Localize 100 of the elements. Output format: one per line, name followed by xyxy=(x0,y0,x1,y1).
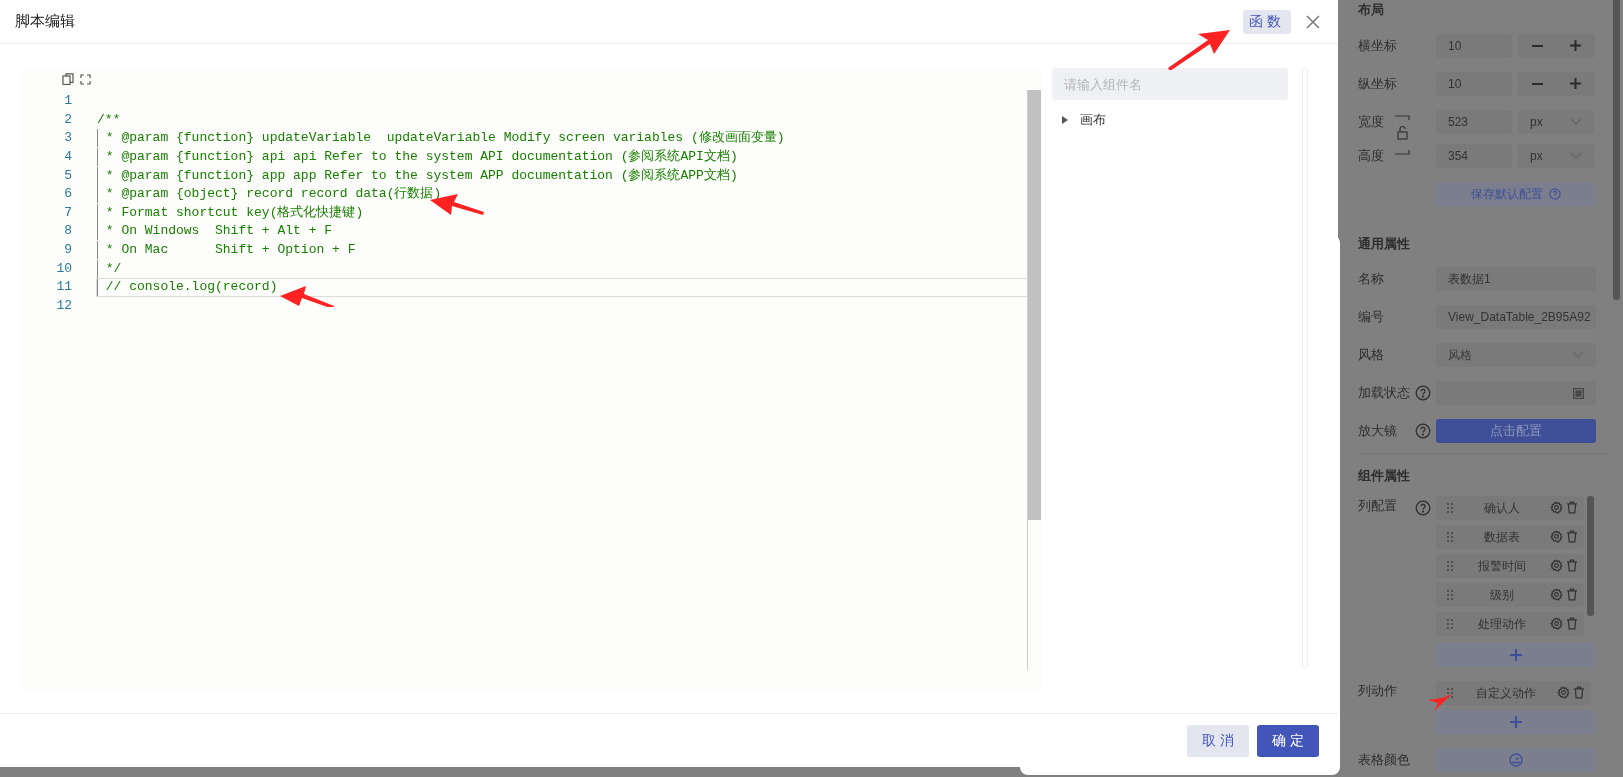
confirm-button[interactable]: 确定 xyxy=(1257,724,1319,757)
unit-select[interactable]: px xyxy=(1518,109,1594,134)
annotation-arrow-drawing xyxy=(1168,28,1232,70)
code-line: * @param {function} app app Refer to the system APP documentation (参阅系统APP文档) xyxy=(97,166,738,185)
gear-icon[interactable] xyxy=(1557,686,1570,699)
trash-icon[interactable] xyxy=(1566,588,1578,601)
line-number: 9 xyxy=(63,241,72,260)
trash-icon[interactable] xyxy=(1573,686,1585,699)
dialog-title: 脚本编辑 xyxy=(15,11,75,32)
gear-icon[interactable] xyxy=(1550,559,1563,572)
stepper[interactable] xyxy=(1518,71,1595,96)
field-label: 横坐标 xyxy=(1358,36,1398,55)
plus-icon xyxy=(1509,648,1522,661)
line-number: 6 xyxy=(63,185,72,204)
drag-handle-icon[interactable] xyxy=(1446,617,1454,630)
column-item[interactable]: 数据表 xyxy=(1436,524,1584,549)
tree-item[interactable]: 画布 xyxy=(1080,110,1106,130)
drag-handle-icon[interactable] xyxy=(1446,686,1454,699)
drag-handle-icon[interactable] xyxy=(1446,588,1454,601)
unit-select[interactable]: px xyxy=(1518,143,1594,168)
code-line: * @param {function} updateVariable updateVariable Modify screen variables (修改画面变量) xyxy=(97,129,785,148)
gear-icon[interactable] xyxy=(1550,530,1563,543)
field-label: 加载状态 xyxy=(1358,384,1411,403)
fullscreen-icon[interactable] xyxy=(80,73,91,85)
input-field[interactable]: 10 xyxy=(1436,71,1512,96)
field-label: 列动作 xyxy=(1358,681,1398,700)
input-field[interactable]: 523 xyxy=(1436,109,1512,134)
plus-icon xyxy=(1509,715,1522,728)
code-line: * @param {function} api api Refer to the system API documentation (参阅系统API文档) xyxy=(97,148,738,167)
style-select[interactable]: 风格 xyxy=(1436,343,1596,367)
trash-icon[interactable] xyxy=(1566,501,1578,514)
line-number: 8 xyxy=(63,222,72,241)
aspect-lock-icon[interactable] xyxy=(1394,113,1412,156)
gear-icon[interactable] xyxy=(1550,617,1563,630)
input-field[interactable]: 表数据1 xyxy=(1436,267,1596,291)
field-label: 名称 xyxy=(1358,270,1385,289)
line-number: 12 xyxy=(55,296,72,315)
minus-icon[interactable] xyxy=(1531,44,1543,47)
section-title: 布局 xyxy=(1358,1,1385,19)
code-line: * On Windows Shift + Alt + F xyxy=(97,222,333,241)
line-number: 3 xyxy=(63,129,72,148)
help-icon[interactable] xyxy=(1415,423,1431,439)
column-item[interactable]: 处理动作 xyxy=(1436,611,1584,636)
line-number: 11 xyxy=(55,278,72,297)
code-line: */ xyxy=(97,259,122,278)
input-field[interactable]: 354 xyxy=(1436,143,1512,168)
field-label: 风格 xyxy=(1358,346,1385,365)
field-label: 列配置 xyxy=(1358,496,1398,515)
color-picker-button[interactable] xyxy=(1436,747,1595,772)
section-title: 通用属性 xyxy=(1358,234,1411,253)
annotation-arrow-drawing xyxy=(1428,694,1452,712)
field-label: 放大镜 xyxy=(1358,422,1398,441)
grid-icon xyxy=(1573,387,1584,399)
panel-scrollbar[interactable] xyxy=(1613,0,1620,300)
line-number: 4 xyxy=(63,148,72,167)
line-number: 10 xyxy=(55,259,72,278)
input-field[interactable]: View_DataTable_2B95A92 xyxy=(1436,305,1596,329)
configure-button[interactable]: 点击配置 xyxy=(1436,419,1596,443)
code-line: /** xyxy=(97,110,121,129)
code-line: * On Mac Shift + Option + F xyxy=(97,241,356,260)
list-scrollbar[interactable] xyxy=(1587,495,1594,616)
drag-handle-icon[interactable] xyxy=(1446,530,1454,543)
field-label: 高度 xyxy=(1358,146,1385,165)
field-label: 宽度 xyxy=(1358,112,1385,131)
cancel-button[interactable]: 取消 xyxy=(1187,724,1249,757)
section-title: 组件属性 xyxy=(1358,467,1411,485)
trash-icon[interactable] xyxy=(1566,617,1578,630)
copy-icon[interactable] xyxy=(62,73,74,85)
line-number: 1 xyxy=(63,92,72,111)
drag-handle-icon[interactable] xyxy=(1446,559,1454,572)
help-icon[interactable] xyxy=(1415,385,1431,401)
close-icon[interactable] xyxy=(1306,14,1320,29)
trash-icon[interactable] xyxy=(1566,530,1578,543)
gear-icon[interactable] xyxy=(1550,588,1563,601)
field-label: 纵坐标 xyxy=(1358,74,1398,93)
gauge-icon xyxy=(1508,752,1523,767)
field-label: 编号 xyxy=(1358,308,1385,327)
column-item[interactable]: 报警时间 xyxy=(1436,553,1584,578)
gear-icon[interactable] xyxy=(1550,501,1563,514)
loading-state-field[interactable] xyxy=(1436,381,1596,405)
drag-handle-icon[interactable] xyxy=(1446,501,1454,514)
function-button[interactable]: 函数 xyxy=(1242,9,1291,34)
column-item[interactable]: 确认人 xyxy=(1436,495,1584,520)
input-field[interactable]: 10 xyxy=(1436,33,1512,58)
column-item[interactable]: 级别 xyxy=(1436,582,1584,607)
help-icon[interactable] xyxy=(1415,499,1431,516)
trash-icon[interactable] xyxy=(1566,559,1578,572)
minus-icon[interactable] xyxy=(1531,82,1543,85)
line-number: 7 xyxy=(63,203,72,222)
help-icon xyxy=(1548,187,1561,200)
stepper[interactable] xyxy=(1518,33,1595,58)
code-line: // console.log(record) xyxy=(97,278,278,297)
line-number: 5 xyxy=(63,166,72,185)
plus-icon[interactable] xyxy=(1570,40,1582,51)
annotation-arrow-drawing xyxy=(280,285,336,307)
line-number: 2 xyxy=(63,110,72,129)
plus-icon[interactable] xyxy=(1570,78,1582,89)
expand-arrow-icon[interactable] xyxy=(1062,115,1068,124)
column-item[interactable]: 自定义动作 xyxy=(1436,680,1591,705)
field-label: 表格颜色 xyxy=(1358,750,1411,769)
